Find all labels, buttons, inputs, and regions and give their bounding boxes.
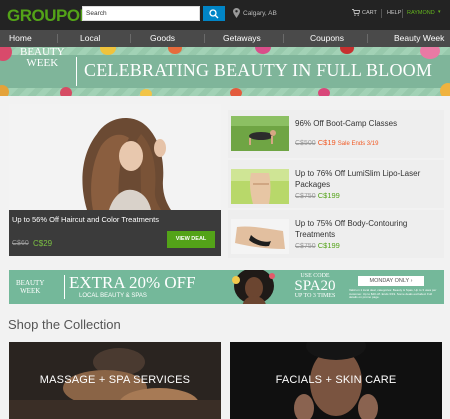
promo-code-note: UP TO 3 TIMES	[294, 293, 336, 299]
banner-divider	[76, 57, 77, 86]
deal-title[interactable]: Up to 56% Off Haircut and Color Treatmen…	[12, 215, 162, 225]
featured-deal-card[interactable]: Up to 56% Off Haircut and Color Treatmen…	[9, 104, 221, 256]
promo-divider	[64, 275, 65, 299]
sale-ends-label: Sale Ends 3/19	[337, 141, 379, 147]
nav-item-getaways[interactable]: Getaways	[223, 33, 261, 43]
search-button[interactable]	[203, 6, 225, 21]
haircut-deal-image	[9, 104, 221, 210]
banner-title: CELEBRATING BEAUTY IN FULL BLOOM	[84, 60, 433, 80]
collection-label: FACIALS + SKIN CARE	[275, 374, 397, 386]
deal-price-row: C$500 C$19 Sale Ends 3/19	[295, 138, 378, 147]
header-divider	[381, 9, 382, 18]
cart-icon	[352, 9, 360, 16]
badge-line: WEEK	[20, 287, 41, 295]
top-header: GROUPON Calgary, AB CART HELP RAYMOND ▾	[0, 0, 450, 30]
original-price: C$500	[295, 140, 316, 147]
flower-decoration	[230, 88, 242, 96]
collection-label: MASSAGE + SPA SERVICES	[39, 374, 191, 386]
chevron-down-icon[interactable]: ▾	[438, 9, 441, 15]
promo-subheadline: LOCAL BEAUTY & SPAS	[79, 293, 147, 299]
promo-headline: EXTRA 20% OFF	[69, 273, 196, 292]
search-icon	[209, 9, 219, 19]
body-contouring-deal-image	[231, 219, 289, 254]
featured-deal-info: Up to 56% Off Haircut and Color Treatmen…	[9, 210, 221, 256]
cart-link[interactable]: CART	[362, 10, 377, 16]
promo-fine-print: Valid on 1 local deal, categories: Beaut…	[349, 288, 437, 300]
original-price: C$750	[295, 243, 316, 250]
nav-item-local[interactable]: Local	[80, 33, 100, 43]
user-menu[interactable]: RAYMOND	[407, 10, 435, 16]
header-divider	[402, 9, 403, 18]
beauty-week-badge: BEAUTY WEEK	[20, 47, 65, 69]
view-deal-button[interactable]: VIEW DEAL	[167, 231, 215, 248]
chevron-right-icon: ›	[410, 278, 413, 284]
monday-only-label: MONDAY ONLY	[369, 278, 410, 284]
flower-decoration	[440, 83, 450, 96]
deal-price: C$19	[317, 138, 336, 147]
beauty-week-banner[interactable]: BEAUTY WEEK CELEBRATING BEAUTY IN FULL B…	[0, 47, 450, 96]
collection-card-facials[interactable]: FACIALS + SKIN CARE	[230, 342, 442, 419]
deal-price-row: C$750 C$199	[295, 241, 340, 250]
badge-line: WEEK	[26, 57, 59, 69]
promo-code-block: USE CODE SPA20 UP TO 3 TIMES	[285, 273, 345, 299]
badge-line: BEAUTY	[16, 279, 45, 287]
deal-price: C$199	[317, 191, 340, 200]
nav-divider	[367, 34, 368, 43]
monday-only-button[interactable]: MONDAY ONLY ›	[358, 276, 424, 286]
nav-item-coupons[interactable]: Coupons	[310, 33, 344, 43]
help-link[interactable]: HELP	[387, 10, 401, 16]
location-selector[interactable]: Calgary, AB	[243, 10, 277, 17]
deal-price: C$199	[317, 241, 340, 250]
deal-price-row: C$750 C$199	[295, 191, 340, 200]
groupon-logo[interactable]: GROUPON	[7, 6, 92, 26]
lipo-laser-deal-image	[231, 169, 289, 204]
flower-decoration	[140, 89, 152, 96]
main-nav: Home Local Goods Getaways Coupons Beauty…	[0, 30, 450, 47]
nav-divider	[204, 34, 205, 43]
nav-divider	[283, 34, 284, 43]
nav-item-beauty-week[interactable]: Beauty Week	[394, 33, 444, 43]
deal-title[interactable]: Up to 76% Off LumiSlim Lipo-Laser Packag…	[295, 169, 440, 190]
section-title: Shop the Collection	[8, 317, 121, 332]
deal-card[interactable]: 96% Off Boot-Camp Classes C$500 C$19 Sal…	[228, 110, 444, 158]
deal-title[interactable]: 96% Off Boot-Camp Classes	[295, 119, 440, 130]
deal-card[interactable]: Up to 75% Off Body-Contouring Treatments…	[228, 210, 444, 258]
nav-item-home[interactable]: Home	[9, 33, 32, 43]
deal-card[interactable]: Up to 76% Off LumiSlim Lipo-Laser Packag…	[228, 160, 444, 208]
deal-price: C$29	[33, 239, 53, 248]
deal-title[interactable]: Up to 75% Off Body-Contouring Treatments	[295, 219, 440, 240]
flower-decoration	[60, 87, 72, 96]
collection-card-massage[interactable]: MASSAGE + SPA SERVICES	[9, 342, 221, 419]
spa20-promo-banner[interactable]: BEAUTY WEEK EXTRA 20% OFF LOCAL BEAUTY &…	[9, 270, 444, 304]
search-input[interactable]	[82, 6, 200, 21]
original-price: C$750	[295, 193, 316, 200]
promo-model-image	[232, 270, 275, 304]
promo-code: SPA20	[294, 278, 336, 294]
flower-decoration	[318, 88, 330, 96]
original-price: C$60	[12, 240, 29, 247]
nav-divider	[130, 34, 131, 43]
bootcamp-deal-image	[231, 116, 289, 151]
beauty-week-badge: BEAUTY WEEK	[16, 279, 44, 295]
nav-item-goods[interactable]: Goods	[150, 33, 175, 43]
location-pin-icon	[233, 8, 240, 18]
nav-divider	[57, 34, 58, 43]
